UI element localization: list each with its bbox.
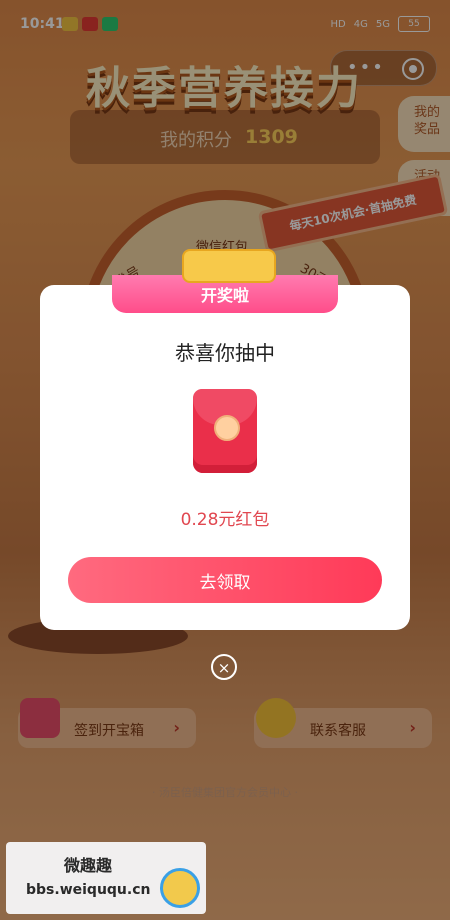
red-envelope-icon bbox=[193, 389, 257, 473]
close-modal-icon[interactable]: × bbox=[211, 654, 237, 680]
claim-button[interactable]: 去领取 bbox=[68, 557, 382, 603]
ribbon-text: 开奖啦 bbox=[200, 286, 249, 305]
watermark-top: 微趣趣 bbox=[64, 856, 113, 875]
gift-bow-icon bbox=[182, 249, 276, 283]
duck-icon bbox=[160, 868, 200, 908]
prize-modal: 开奖啦 恭喜你抽中 0.28元红包 去领取 bbox=[40, 249, 410, 630]
modal-title: 恭喜你抽中 bbox=[175, 341, 275, 365]
envelope-seal bbox=[214, 415, 240, 441]
ribbon: 开奖啦 bbox=[112, 249, 338, 313]
watermark: 微趣趣 bbs.weiququ.cn bbox=[6, 842, 206, 914]
prize-text: 0.28元红包 bbox=[180, 510, 270, 530]
app-screen: 10:41 HD 4G 5G 55 ••• 秋季营养接力 我的积分 1309 我… bbox=[0, 0, 450, 920]
watermark-bottom: bbs.weiququ.cn bbox=[26, 882, 151, 898]
